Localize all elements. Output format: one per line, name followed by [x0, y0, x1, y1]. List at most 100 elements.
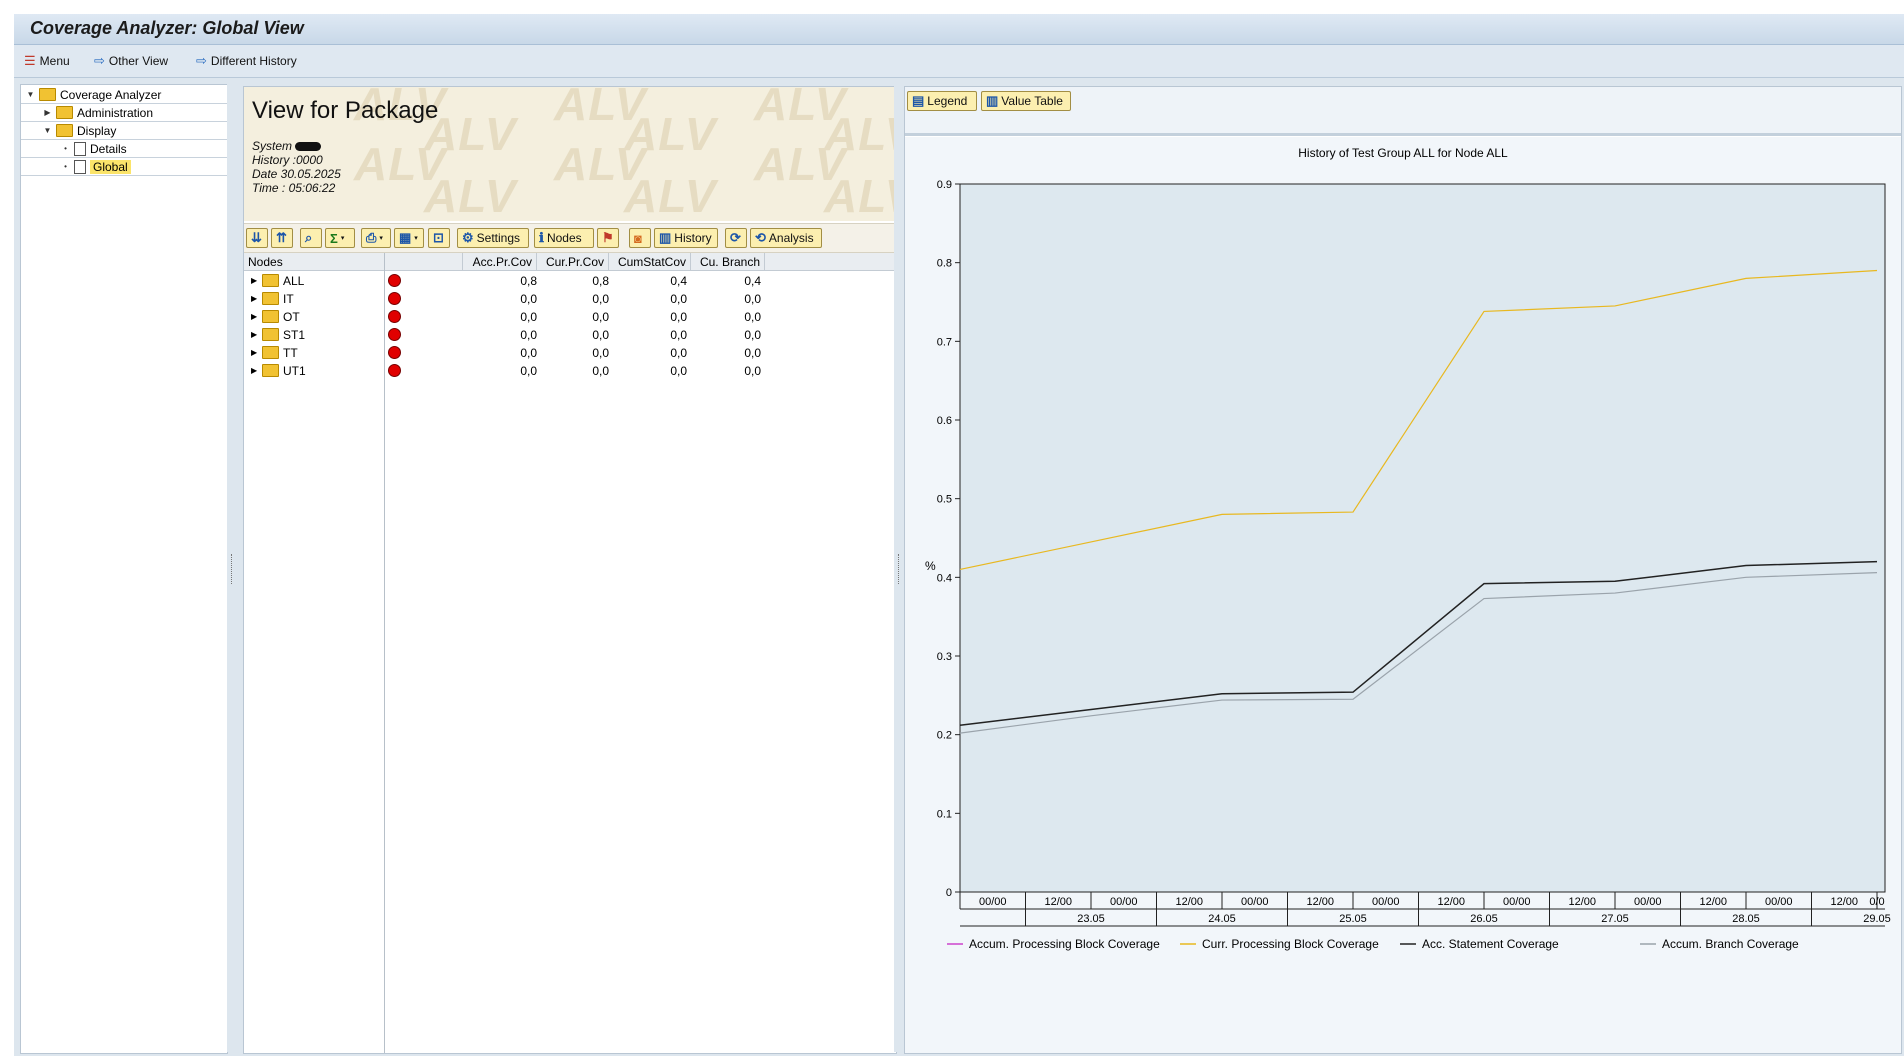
table-row[interactable]: ▶ TT 0,0 0,0 0,0 0,0 — [244, 344, 896, 362]
different-history-button[interactable]: ⇨ Different History — [196, 51, 297, 71]
tree-label: Coverage Analyzer — [60, 87, 162, 102]
cu-branch-value: 0,0 — [744, 310, 761, 324]
node-name: ST1 — [283, 328, 306, 342]
node-name: ALL — [283, 274, 305, 288]
y-tick-label: 0.8 — [937, 258, 952, 270]
tree-item-display[interactable]: ▼ Display — [43, 122, 117, 139]
analysis-button[interactable]: ⟲ Analysis — [750, 228, 822, 248]
expand-arrow-icon[interactable]: ▶ — [251, 366, 257, 375]
other-view-button[interactable]: ⇨ Other View — [94, 51, 168, 71]
folder-icon — [262, 292, 279, 305]
red-status-icon — [388, 328, 401, 341]
chart-icon: ◙ — [634, 230, 642, 246]
system-line: System — [252, 139, 322, 153]
tree-label: Display — [77, 123, 117, 138]
plot-area — [959, 183, 1886, 893]
cur-pr-cov-value: 0,0 — [592, 328, 609, 342]
x-date-label: 23.05 — [1077, 913, 1105, 925]
export-button[interactable]: ⊡ — [428, 228, 450, 248]
date-line: Date 30.05.2025 — [252, 167, 341, 181]
expand-arrow-icon[interactable]: ▶ — [251, 276, 257, 285]
history-button[interactable]: ▥ History — [654, 228, 718, 248]
table-row[interactable]: ▶ IT 0,0 0,0 0,0 0,0 — [244, 290, 896, 308]
legend-label: Legend — [927, 94, 968, 108]
node-name: UT1 — [283, 364, 306, 378]
expand-arrow-icon[interactable]: ▼ — [26, 90, 35, 99]
tree-item-global[interactable]: • Global — [61, 158, 131, 175]
y-tick-label: 0.2 — [937, 730, 952, 742]
flag-button[interactable]: ⚑ — [597, 228, 619, 248]
middle-splitter[interactable] — [894, 84, 904, 1052]
menu-button[interactable]: ☰ Menu — [24, 51, 70, 71]
legend-icon: ▤ — [912, 93, 925, 108]
column-header-cur-pr-cov[interactable]: Cur.Pr.Cov — [537, 253, 609, 271]
tree-item-administration[interactable]: ▶ Administration — [43, 104, 153, 121]
history-line: History :0000 — [252, 153, 323, 167]
nodes-label: Nodes — [546, 231, 582, 245]
column-header-acc-pr-cov[interactable]: Acc.Pr.Cov — [463, 253, 537, 271]
column-header-cumstatcov[interactable]: CumStatCov — [609, 253, 691, 271]
table-row[interactable]: ▶ UT1 0,0 0,0 0,0 0,0 — [244, 362, 896, 380]
tree-item-details[interactable]: • Details — [61, 140, 127, 157]
collapse-all-button[interactable]: ⇈ — [271, 228, 293, 248]
alv-toolbar: ⇊ ⇈ ⌕ Σ ▾ ⎙ ▾ ▦ ▾ ⊡ ⚙ Settings ℹ Nodes ⚑ ◙ ▥ H… — [244, 223, 896, 253]
collapsed-arrow-icon[interactable]: ▶ — [43, 108, 52, 117]
table-row[interactable]: ▶ OT 0,0 0,0 0,0 0,0 — [244, 308, 896, 326]
print-button[interactable]: ⎙ ▾ — [361, 228, 391, 248]
splitter-grip-icon[interactable] — [231, 554, 234, 584]
x-time-label: 00/00 — [1765, 896, 1793, 908]
expand-all-button[interactable]: ⇊ — [246, 228, 268, 248]
column-header-nodes[interactable]: Nodes — [244, 253, 385, 271]
folder-icon — [56, 106, 73, 119]
x-time-label: 12/00 — [1175, 896, 1203, 908]
coverage-grid: Nodes Acc.Pr.Cov Cur.Pr.Cov CumStatCov C… — [244, 253, 896, 1053]
find-button[interactable]: ⌕ — [300, 228, 322, 248]
column-header-cu-branch[interactable]: Cu. Branch — [691, 253, 765, 271]
cumstatcov-value: 0,4 — [670, 274, 687, 288]
bullet-icon: • — [64, 162, 67, 171]
layout-button[interactable]: ▦ ▾ — [394, 228, 424, 248]
folder-open-icon — [39, 88, 56, 101]
y-tick-label: 0.9 — [937, 179, 952, 191]
folder-icon — [262, 274, 279, 287]
cumstatcov-value: 0,0 — [670, 310, 687, 324]
legend-entry: Accum. Processing Block Coverage — [969, 937, 1160, 951]
table-row[interactable]: ▶ ALL 0,8 0,8 0,4 0,4 — [244, 272, 896, 290]
expand-arrow-icon[interactable]: ▶ — [251, 312, 257, 321]
line-chart: History of Test Group ALL for Node ALL %… — [925, 146, 1891, 951]
folder-icon — [262, 346, 279, 359]
red-status-icon — [388, 346, 401, 359]
legend-entry: Curr. Processing Block Coverage — [1202, 937, 1379, 951]
folder-icon — [262, 328, 279, 341]
value-table-button[interactable]: ▥ Value Table — [981, 91, 1071, 111]
left-splitter[interactable] — [227, 84, 237, 1052]
red-status-icon — [388, 292, 401, 305]
column-header-status[interactable] — [385, 253, 463, 271]
chart-toolbar: ▤ Legend ▥ Value Table — [905, 87, 1901, 136]
expand-arrow-icon[interactable]: ▼ — [43, 126, 52, 135]
expand-arrow-icon[interactable]: ▶ — [251, 330, 257, 339]
document-icon — [74, 159, 86, 174]
x-time-label: 12/00 — [1437, 896, 1465, 908]
settings-button[interactable]: ⚙ Settings — [457, 228, 529, 248]
cur-pr-cov-value: 0,0 — [592, 346, 609, 360]
different-history-label: Different History — [210, 54, 297, 68]
sum-button[interactable]: Σ ▾ — [325, 228, 355, 248]
chart-button[interactable]: ◙ — [629, 228, 651, 248]
x-date-label: 24.05 — [1208, 913, 1236, 925]
tree-item-coverage-analyzer[interactable]: ▼ Coverage Analyzer — [26, 86, 162, 103]
refresh-button[interactable]: ⟳ — [725, 228, 747, 248]
legend-button[interactable]: ▤ Legend — [907, 91, 977, 111]
splitter-grip-icon[interactable] — [898, 554, 901, 584]
expand-arrow-icon[interactable]: ▶ — [251, 348, 257, 357]
x-time-label: 00/00 — [1110, 896, 1138, 908]
printer-icon: ⎙ — [366, 230, 377, 245]
x-time-label: 00/00 — [1241, 896, 1269, 908]
table-row[interactable]: ▶ ST1 0,0 0,0 0,0 0,0 — [244, 326, 896, 344]
cumstatcov-value: 0,0 — [670, 364, 687, 378]
expand-arrow-icon[interactable]: ▶ — [251, 294, 257, 303]
nodes-button[interactable]: ℹ Nodes — [534, 228, 594, 248]
y-tick-label: 0.4 — [937, 572, 952, 584]
settings-label: Settings — [476, 231, 521, 245]
navigation-tree: ▼ Coverage Analyzer ▶ Administration ▼ D… — [20, 84, 228, 1054]
